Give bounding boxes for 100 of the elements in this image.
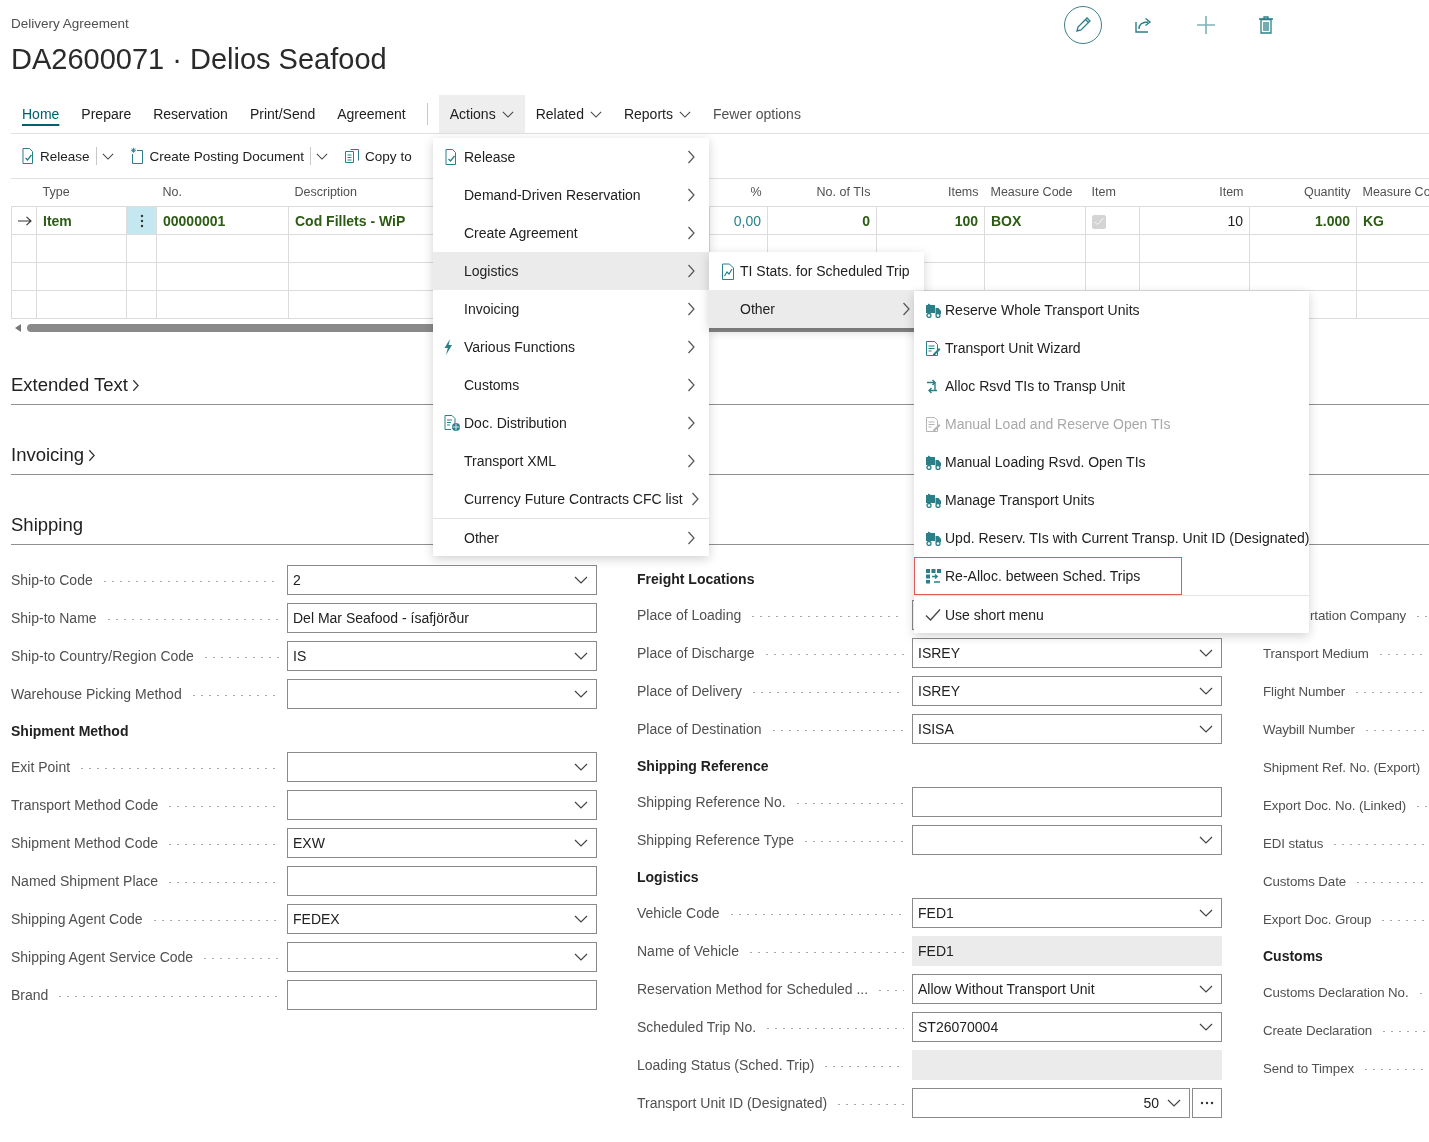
menu-item[interactable]: Customs: [433, 366, 709, 404]
document-chart-icon: [721, 262, 735, 280]
tab[interactable]: Home: [11, 95, 71, 133]
section-title[interactable]: Invoicing: [11, 444, 84, 466]
menu-item[interactable]: Currency Future Contracts CFC list: [433, 480, 709, 518]
tab[interactable]: Reservation: [142, 95, 239, 133]
text-field[interactable]: Del Mar Seafood - ísafjörður: [287, 603, 597, 633]
field-label: Transport Medium: [1263, 645, 1369, 661]
dropdown-field[interactable]: FEDEX: [287, 904, 597, 934]
more-icon: [139, 213, 144, 228]
plus-icon[interactable]: [1197, 16, 1215, 34]
table-cell: KG: [1356, 206, 1429, 235]
tab[interactable]: Print/Send: [238, 95, 327, 133]
field-label: Export Doc. No. (Linked): [1263, 797, 1407, 813]
table-cell: BOX: [984, 206, 1086, 235]
section-title[interactable]: Extended Text: [11, 374, 128, 396]
field-label: Send to Timpex: [1263, 1060, 1354, 1076]
column-header[interactable]: Item: [1219, 185, 1244, 199]
field-label: Name of Vehicle: [637, 943, 739, 959]
field-label: Ship-to Country/Region Code: [11, 648, 194, 664]
menu-item[interactable]: Transport XML: [433, 442, 709, 480]
share-icon[interactable]: [1135, 17, 1153, 33]
tab[interactable]: Agreement: [326, 95, 417, 133]
field-label: Vehicle Code: [637, 905, 720, 921]
field-label: Create Declaration: [1263, 1022, 1373, 1038]
lookup-button[interactable]: [1192, 1088, 1222, 1118]
column-header[interactable]: Type: [42, 185, 70, 199]
dropdown-field[interactable]: IS: [287, 641, 597, 671]
chevron-right-icon[interactable]: [88, 449, 95, 462]
text-field[interactable]: [287, 866, 597, 896]
action-button[interactable]: Create Posting Document: [123, 140, 311, 172]
dropdown-field[interactable]: ISISA: [912, 714, 1222, 744]
menu-item[interactable]: Invoicing: [433, 290, 709, 328]
column-header[interactable]: Quantity: [1303, 185, 1351, 199]
menu-item[interactable]: Release: [433, 138, 709, 176]
action-button[interactable]: Copy to: [338, 140, 418, 172]
field-label: Shipping Reference No.: [637, 794, 786, 810]
truck-icon: [925, 530, 942, 546]
field-label: Named Shipment Place: [11, 873, 159, 889]
column-header[interactable]: Description: [294, 185, 358, 199]
group-heading: Customs: [1263, 947, 1323, 964]
chevron-right-icon: [687, 150, 695, 164]
chevron-right-icon[interactable]: [131, 379, 139, 392]
table-cell: 0: [767, 206, 877, 235]
text-field[interactable]: [287, 980, 597, 1010]
dropdown-field[interactable]: 50: [912, 1088, 1190, 1118]
chevron-right-icon: [687, 454, 695, 468]
dropdown-field[interactable]: FED1: [912, 898, 1222, 928]
tab[interactable]: Prepare: [70, 95, 143, 133]
table-cell: 100: [876, 206, 985, 235]
column-header[interactable]: No.: [162, 185, 182, 199]
text-field[interactable]: [912, 787, 1222, 817]
menu-item[interactable]: Manual Loading Rsvd. Open TIs: [914, 443, 1309, 481]
menu-tab[interactable]: Related: [524, 95, 613, 133]
toggle-link[interactable]: Fewer options: [701, 95, 812, 133]
column-header[interactable]: Items: [947, 185, 979, 199]
dropdown-field[interactable]: ST26070004: [912, 1012, 1222, 1042]
trash-icon[interactable]: [1259, 16, 1273, 34]
field-label: Exit Point: [11, 759, 71, 775]
dropdown-field[interactable]: [287, 790, 597, 820]
dropdown-field[interactable]: [287, 942, 597, 972]
menu-item[interactable]: Transport Unit Wizard: [914, 329, 1309, 367]
chevron-down-icon: [574, 953, 588, 961]
column-header[interactable]: No. of TIs: [816, 185, 871, 199]
dropdown-field[interactable]: [912, 825, 1222, 855]
menu-item[interactable]: Various Functions: [433, 328, 709, 366]
menu-item[interactable]: Other: [709, 290, 924, 328]
menu-item[interactable]: Manage Transport Units: [914, 481, 1309, 519]
dropdown-field[interactable]: EXW: [287, 828, 597, 858]
dropdown-field[interactable]: 2: [287, 565, 597, 595]
dropdown-field[interactable]: [287, 752, 597, 782]
dropdown-field[interactable]: ISREY: [912, 676, 1222, 706]
menu-toggle[interactable]: Use short menu: [914, 595, 1309, 633]
scroll-left-arrow[interactable]: [15, 324, 21, 332]
menu-item[interactable]: TI Stats. for Scheduled Trip: [709, 252, 924, 290]
column-header[interactable]: %: [750, 185, 762, 199]
grid-icon: [925, 568, 942, 584]
menu-item[interactable]: Upd. Reserv. TIs with Current Transp. Unit ID (Designated): [914, 519, 1309, 557]
dropdown-field[interactable]: [287, 679, 597, 709]
menu-item[interactable]: Logistics: [433, 252, 709, 290]
menu-item[interactable]: Other: [433, 518, 709, 556]
dropdown-field[interactable]: Allow Without Transport Unit: [912, 974, 1222, 1004]
menu-item[interactable]: Re-Alloc. between Sched. Trips: [914, 557, 1182, 595]
chevron-right-icon: [901, 302, 910, 316]
chevron-right-icon: [687, 226, 695, 240]
menu-item[interactable]: Alloc Rsvd TIs to Transp Unit: [914, 367, 1309, 405]
menu-item[interactable]: Doc. Distribution: [433, 404, 709, 442]
section-title[interactable]: Shipping: [11, 514, 83, 536]
field-label: Customs Date: [1263, 873, 1347, 889]
chevron-right-icon: [690, 492, 699, 506]
truck-icon: [925, 454, 942, 470]
chevron-right-icon: [687, 378, 695, 392]
column-header[interactable]: Measure Code: [990, 185, 1073, 199]
menu-tab[interactable]: Reports: [612, 95, 702, 133]
dropdown-field[interactable]: ISREY: [912, 638, 1222, 668]
column-header[interactable]: Item: [1091, 185, 1116, 199]
lightning-icon: [443, 339, 453, 355]
field-label: Customs Declaration No.: [1263, 984, 1409, 1000]
action-button[interactable]: Release: [14, 140, 96, 172]
menu-tab[interactable]: Actions: [438, 95, 525, 133]
